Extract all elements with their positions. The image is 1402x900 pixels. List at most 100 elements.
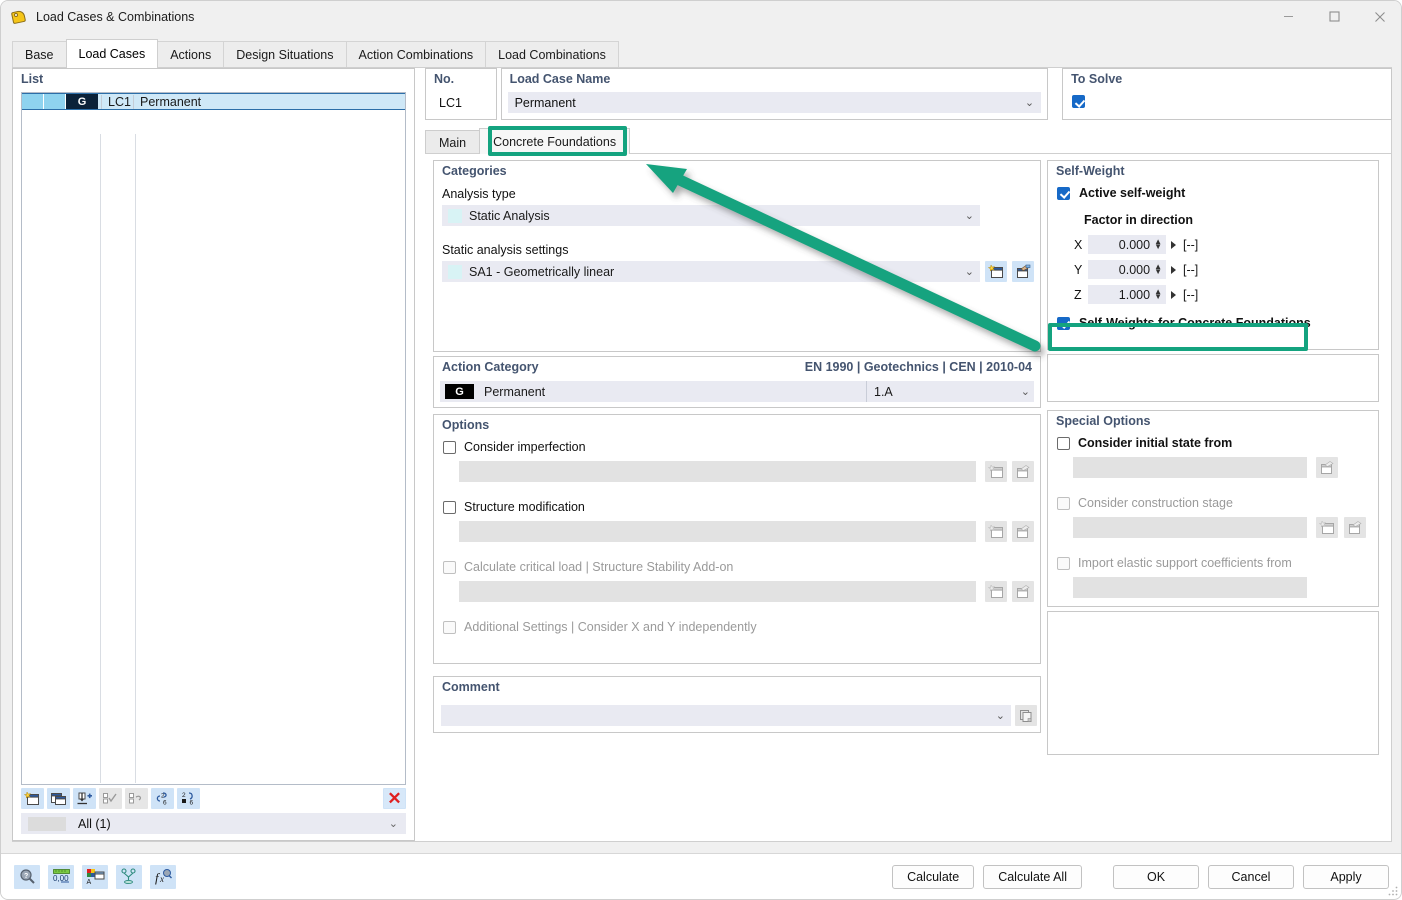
load-case-list[interactable]: G LC1 Permanent — [21, 92, 406, 785]
spinner-arrows-icon[interactable]: ▲ ▼ — [1154, 263, 1162, 275]
active-self-weight-checkbox[interactable] — [1057, 186, 1070, 200]
tab-action-combinations[interactable]: Action Combinations — [345, 41, 487, 68]
units-decimals-icon[interactable]: 0,00 — [48, 864, 74, 889]
tab-load-cases[interactable]: Load Cases — [65, 39, 159, 68]
edit-initial-state-icon[interactable] — [1316, 457, 1338, 478]
options-title: Options — [442, 418, 490, 432]
load-case-name-input[interactable]: Permanent ⌄ — [507, 92, 1042, 113]
list-filter-dropdown[interactable]: All (1) ⌄ — [21, 813, 406, 834]
list-filter-label: All (1) — [78, 816, 111, 831]
self-weights-concrete-foundations-label: Self-Weights for Concrete Foundations — [1079, 316, 1311, 330]
self-weights-concrete-foundations-checkbox[interactable] — [1057, 316, 1070, 330]
resize-grip[interactable] — [1388, 885, 1398, 896]
structure-modification-field[interactable] — [459, 521, 976, 542]
action-category-row[interactable]: G Permanent 1.A ⌄ — [440, 381, 1034, 402]
consider-imperfection-row[interactable]: Consider imperfection — [443, 440, 586, 454]
apply-button[interactable]: Apply — [1303, 864, 1389, 889]
consider-construction-stage-checkbox — [1057, 496, 1070, 510]
import-elastic-support-row: Import elastic support coefficients from — [1057, 556, 1292, 570]
load-case-tag-icon — [10, 9, 27, 25]
right-extra-panel — [1047, 611, 1379, 755]
structure-modification-checkbox[interactable] — [443, 500, 456, 514]
name-field-group: Load Case Name Permanent ⌄ — [500, 68, 1049, 120]
additional-settings-checkbox — [443, 620, 456, 634]
color-swatch-1 — [22, 94, 44, 109]
action-factor-value: 1.A — [874, 384, 893, 399]
to-solve-checkbox[interactable] — [1072, 95, 1086, 108]
options-panel: Options Consider imperfection Structure … — [433, 414, 1041, 664]
factor-z-input[interactable]: 1.000 ▲ ▼ — [1088, 285, 1166, 304]
tab-actions[interactable]: Actions — [157, 41, 225, 68]
filter-icon[interactable] — [116, 864, 142, 889]
table-row[interactable]: G LC1 Permanent — [22, 93, 405, 110]
consider-imperfection-checkbox[interactable] — [443, 440, 456, 454]
edit-stability-icon — [1012, 581, 1034, 602]
new-construction-stage-icon — [1316, 517, 1338, 538]
new-settings-icon[interactable] — [985, 261, 1007, 282]
tab-concrete-foundations[interactable]: Concrete Foundations — [479, 128, 631, 154]
cancel-button[interactable]: Cancel — [1208, 864, 1294, 889]
factor-z-row: Z 1.000 ▲ ▼ [--] — [1074, 285, 1198, 304]
consider-initial-state-field[interactable] — [1073, 457, 1307, 478]
to-solve-label: To Solve — [1071, 72, 1123, 86]
load-case-list-panel: List G LC1 Permanent 2 6 2 6 ✕ All (1) ⌄ — [12, 68, 415, 841]
factor-y-input[interactable]: 0.000 ▲ ▼ — [1088, 260, 1166, 279]
consider-construction-stage-field — [1073, 517, 1307, 538]
consider-imperfection-field[interactable] — [459, 461, 976, 482]
calculate-critical-load-label: Calculate critical load | Structure Stab… — [464, 560, 734, 574]
import-load-case-button[interactable] — [73, 787, 96, 809]
no-value[interactable]: LC1 — [432, 92, 490, 113]
tab-main[interactable]: Main — [425, 130, 481, 154]
spinner-arrows-icon[interactable]: ▲ ▼ — [1154, 238, 1162, 250]
factor-z-expand-icon[interactable] — [1171, 290, 1176, 299]
ok-button[interactable]: OK — [1113, 864, 1199, 889]
factor-x-input[interactable]: 0.000 ▲ ▼ — [1088, 235, 1166, 254]
list-toolbar: 2 6 2 6 ✕ — [21, 787, 406, 809]
self-weights-concrete-foundations-row[interactable]: Self-Weights for Concrete Foundations — [1057, 316, 1311, 330]
comment-input[interactable]: ⌄ — [441, 705, 1011, 726]
tab-design-situations[interactable]: Design Situations — [223, 41, 347, 68]
calculate-critical-load-row: Calculate critical load | Structure Stab… — [443, 560, 733, 574]
tab-base[interactable]: Base — [12, 41, 67, 68]
active-self-weight-row[interactable]: Active self-weight — [1057, 186, 1185, 200]
display-properties-icon[interactable]: A — [82, 864, 108, 889]
footer-toolbar: ? 0,00 A f x — [14, 864, 176, 889]
search-magnifier-icon[interactable]: ? — [14, 864, 40, 889]
calculate-button[interactable]: Calculate — [892, 864, 975, 889]
edit-construction-stage-icon — [1344, 517, 1366, 538]
factor-x-expand-icon[interactable] — [1171, 240, 1176, 249]
calculate-all-button[interactable]: Calculate All — [983, 864, 1082, 889]
new-load-case-button[interactable] — [21, 787, 44, 809]
new-structure-modification-icon[interactable] — [985, 521, 1007, 542]
deselect-button — [125, 787, 148, 809]
formula-icon[interactable]: f x — [150, 864, 176, 889]
header-fields: No. LC1 Load Case Name Permanent ⌄ To So… — [425, 68, 1392, 120]
factor-x-axis-label: X — [1074, 237, 1083, 252]
structure-modification-row[interactable]: Structure modification — [443, 500, 585, 514]
copy-load-case-button[interactable] — [47, 787, 70, 809]
minimize-icon[interactable] — [1265, 1, 1311, 32]
renumber-button[interactable]: 2 6 — [151, 787, 174, 809]
copy-comment-icon[interactable] — [1015, 705, 1037, 726]
analysis-type-label: Analysis type — [442, 187, 516, 201]
consider-initial-state-checkbox[interactable] — [1057, 436, 1070, 450]
analysis-type-dropdown[interactable]: Static Analysis ⌄ — [442, 205, 980, 226]
edit-settings-icon[interactable] — [1012, 261, 1034, 282]
reorder-button[interactable]: 2 6 — [177, 787, 200, 809]
tab-load-combinations[interactable]: Load Combinations — [485, 41, 619, 68]
chevron-down-icon: ⌄ — [995, 710, 1005, 722]
edit-imperfection-icon[interactable] — [1012, 461, 1034, 482]
edit-structure-modification-icon[interactable] — [1012, 521, 1034, 542]
factor-y-axis-label: Y — [1074, 262, 1083, 277]
consider-initial-state-row[interactable]: Consider initial state from — [1057, 436, 1232, 450]
new-imperfection-icon[interactable] — [985, 461, 1007, 482]
load-case-name-value: Permanent — [514, 95, 576, 110]
delete-button[interactable]: ✕ — [383, 787, 406, 809]
factor-y-expand-icon[interactable] — [1171, 265, 1176, 274]
maximize-icon[interactable] — [1311, 1, 1357, 32]
spinner-arrows-icon[interactable]: ▲ ▼ — [1154, 288, 1162, 300]
self-weight-panel: Self-Weight Active self-weight Factor in… — [1047, 160, 1379, 350]
close-icon[interactable] — [1357, 1, 1401, 32]
static-analysis-settings-dropdown[interactable]: SA1 - Geometrically linear ⌄ — [442, 261, 980, 282]
self-weight-extra-panel — [1047, 354, 1379, 402]
